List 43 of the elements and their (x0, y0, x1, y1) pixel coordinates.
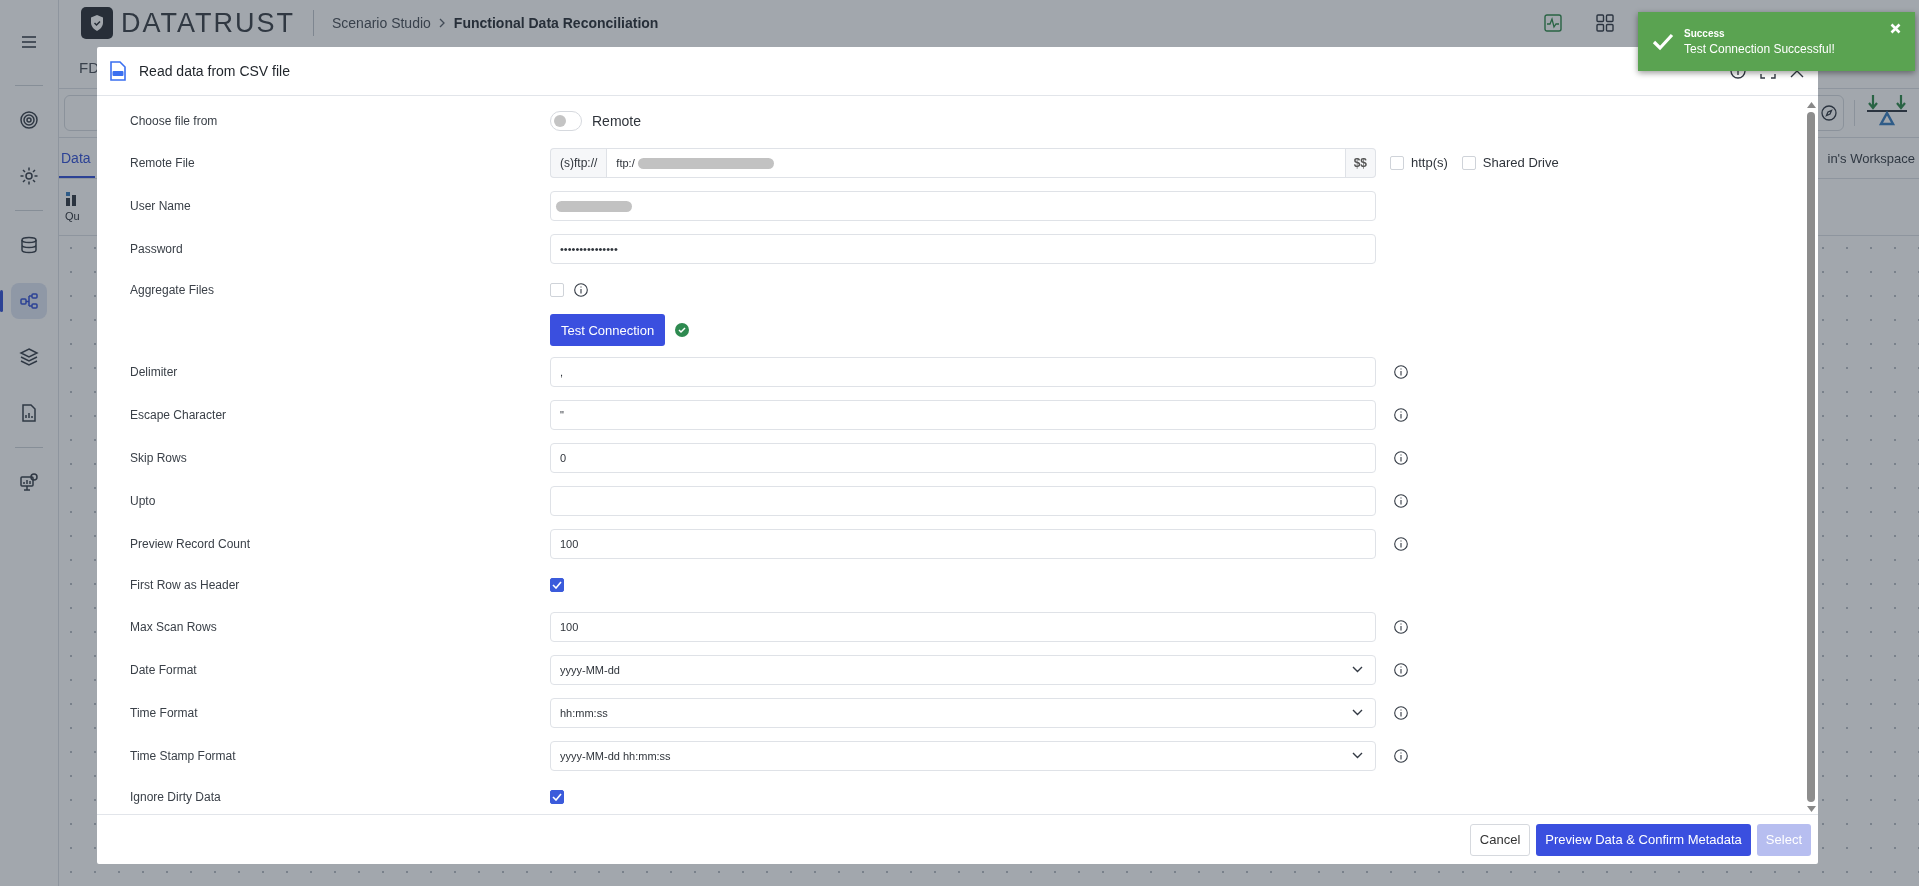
field-label: Choose file from (130, 114, 218, 128)
text-field[interactable]: , (550, 356, 1376, 387)
cancel-button[interactable]: Cancel (1469, 823, 1531, 856)
text-field[interactable]: " (550, 399, 1376, 430)
field-label: Time Format (130, 705, 198, 720)
field-label: Escape Character (130, 407, 227, 422)
toggle-label: Remote (592, 113, 642, 129)
field-label: Upto (130, 493, 156, 508)
text-field[interactable]: 100 (550, 611, 1376, 642)
dropdown[interactable]: hh:mm:ss (550, 697, 1376, 728)
url-prefix: (s)ftp:// (550, 147, 607, 178)
dropdown[interactable]: yyyy-MM-dd hh:mm:ss (550, 740, 1376, 771)
field-label: Date Format (130, 662, 197, 677)
field-label: Skip Rows (130, 450, 187, 465)
field-label: Ignore Dirty Data (130, 790, 221, 804)
test-connection-button[interactable]: Test Connection (550, 314, 666, 346)
field-label: User Name (130, 198, 191, 213)
field-label: Time Stamp Format (130, 748, 236, 763)
field-label: Remote File (130, 155, 195, 170)
checkbox-label: Shared Drive (1482, 155, 1559, 170)
text-field[interactable]: ••••••••••••••• (550, 233, 1376, 264)
tab[interactable]: Data (59, 138, 95, 178)
variables-button[interactable]: $$ (1345, 147, 1376, 178)
field-label: Password (130, 241, 183, 256)
field-label: Delimiter (130, 364, 178, 379)
field-label: Max Scan Rows (130, 619, 217, 634)
workspace-name: in's Workspace (1827, 150, 1916, 166)
toast-message: Test Connection Successful! (1684, 41, 1836, 56)
breadcrumb-link[interactable]: Scenario Studio (332, 15, 431, 31)
text-field[interactable]: 100 (550, 528, 1376, 559)
brand-name: DATATRUST (121, 7, 295, 39)
text-field[interactable]: 0 (550, 442, 1376, 473)
field-label: First Row as Header (130, 578, 240, 592)
toast-title: Success (1684, 27, 1726, 39)
url-field[interactable]: ftp:/ (606, 147, 1346, 178)
dialog-title: Read data from CSV file (139, 63, 290, 79)
primary-button[interactable]: Preview Data & Confirm Metadata (1536, 823, 1751, 856)
ribbon-label[interactable]: Qu (65, 210, 80, 222)
breadcrumb-current: Functional Data Reconciliation (453, 15, 659, 31)
field-label: Preview Record Count (130, 536, 251, 551)
field-label: Aggregate Files (130, 283, 215, 297)
checkbox-label: http(s) (1411, 155, 1448, 170)
dropdown[interactable]: yyyy-MM-dd (550, 654, 1376, 685)
